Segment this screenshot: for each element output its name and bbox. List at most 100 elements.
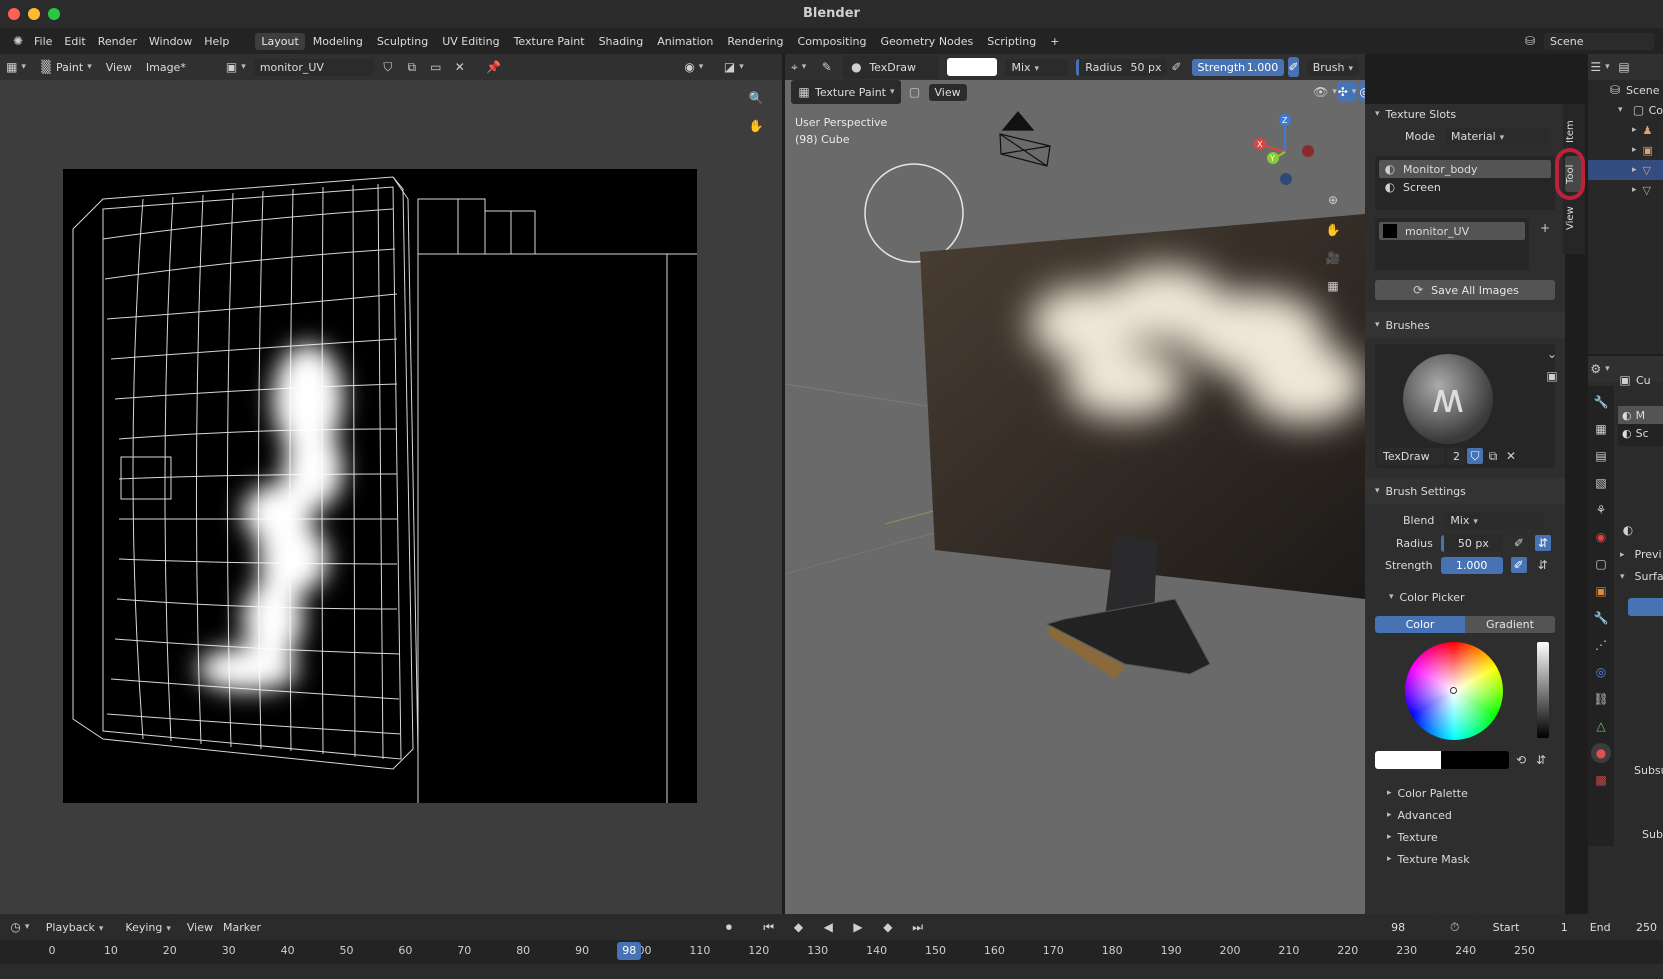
editor-type-icon[interactable]: ▦	[6, 57, 26, 77]
timeline-editor-icon[interactable]: ◷	[10, 917, 30, 937]
add-workspace-button[interactable]: +	[1044, 33, 1065, 50]
texture-slots-header[interactable]: ▾ Texture Slots	[1365, 104, 1565, 124]
display-mode-icon[interactable]: ▤	[1614, 57, 1634, 77]
secondary-color-swatch[interactable]	[1441, 751, 1509, 769]
tab-modeling[interactable]: Modeling	[307, 33, 369, 50]
tab-item[interactable]: Item	[1565, 112, 1583, 152]
tab-scripting[interactable]: Scripting	[981, 33, 1042, 50]
tab-view[interactable]: View	[1565, 198, 1583, 238]
blend-dropdown[interactable]: Mix	[1444, 511, 1545, 529]
pin-icon[interactable]: 📌	[484, 57, 504, 77]
paint-mode-dropdown[interactable]: ▒ Paint	[36, 57, 92, 77]
fake-user-icon[interactable]: ⛉	[1467, 448, 1483, 464]
frame-ruler[interactable]: 0102030405060708090100110120130140150160…	[0, 940, 1663, 964]
material-slot-screen[interactable]: ◐ Screen	[1379, 178, 1551, 196]
modifier-props-icon[interactable]: 🔧	[1591, 608, 1611, 628]
timeline-view-menu[interactable]: View	[187, 921, 213, 934]
slot-mode-dropdown[interactable]: Material	[1444, 127, 1549, 145]
texture-panel[interactable]: ▸ Texture	[1365, 826, 1565, 848]
advanced-panel[interactable]: ▸ Advanced	[1365, 804, 1565, 826]
jump-start-icon[interactable]: ⏮	[759, 917, 779, 937]
texture-props-icon[interactable]: ▩	[1591, 770, 1611, 790]
end-frame-field[interactable]: End 250	[1583, 918, 1663, 936]
constraints-props-icon[interactable]: ⛓	[1591, 689, 1611, 709]
color-tab[interactable]: Color	[1375, 615, 1465, 633]
collection-props-icon[interactable]: ▢	[1591, 554, 1611, 574]
view-menu[interactable]: View	[106, 61, 132, 74]
primary-color-swatch[interactable]	[1375, 751, 1441, 769]
playhead[interactable]: 98	[617, 942, 642, 960]
tab-texture-paint[interactable]: Texture Paint	[508, 33, 591, 50]
uv-image-canvas[interactable]	[63, 169, 697, 803]
object-light-icon[interactable]: ♟	[1643, 124, 1653, 137]
brush-list-chevron-icon[interactable]: ⌄	[1542, 344, 1562, 364]
play-reverse-icon[interactable]: ◀	[818, 917, 838, 937]
pan-hand-icon[interactable]: ✋	[746, 116, 766, 136]
camera-view-icon[interactable]: 🎥	[1323, 248, 1343, 268]
brush-image-icon[interactable]: ▣	[1542, 366, 1562, 386]
view-layer-icon[interactable]: ▧	[1591, 473, 1611, 493]
save-all-images-button[interactable]: ⟳ Save All Images	[1375, 280, 1555, 300]
radius-field[interactable]: 50 px	[1440, 534, 1503, 552]
color-wheel-area[interactable]	[1365, 640, 1565, 744]
strength-pressure-icon[interactable]: ✐	[1510, 557, 1527, 573]
prev-keyframe-icon[interactable]: ◆	[789, 917, 809, 937]
blender-logo-icon[interactable]: ✺	[8, 31, 28, 51]
preview-panel[interactable]: Previ	[1635, 548, 1662, 561]
color-palette-panel[interactable]: ▸ Color Palette	[1365, 782, 1565, 804]
add-slot-icon[interactable]: +	[1535, 218, 1555, 238]
open-image-icon[interactable]: ▭	[426, 57, 446, 77]
menu-render[interactable]: Render	[98, 35, 137, 48]
new-image-icon[interactable]: ⧉	[402, 57, 422, 77]
delete-brush-icon[interactable]: ✕	[1503, 446, 1519, 466]
render-props-icon[interactable]: ▦	[1591, 419, 1611, 439]
texture-mask-panel[interactable]: ▸ Texture Mask	[1365, 848, 1565, 870]
image-name-field[interactable]: monitor_UV	[253, 58, 374, 76]
viewport-pan-icon[interactable]: ✋	[1323, 220, 1343, 240]
particles-props-icon[interactable]: ⋰	[1591, 635, 1611, 655]
color-picker-header[interactable]: ▾ Color Picker	[1365, 584, 1565, 610]
image-browse-icon[interactable]: ▣	[226, 57, 246, 77]
uv-display-icon[interactable]: ◪	[724, 57, 744, 77]
radius-pressure-icon[interactable]: ✐	[1511, 533, 1527, 553]
brush-settings-header[interactable]: ▾ Brush Settings	[1365, 478, 1565, 504]
autokey-record-icon[interactable]: ⏺	[719, 917, 739, 937]
navigation-gizmo[interactable]: Z X Y	[1247, 112, 1323, 188]
material-slot-monitor-body[interactable]: ◐ Monitor_body	[1379, 160, 1551, 178]
image-slot-monitor-uv[interactable]: monitor_UV	[1379, 222, 1525, 240]
menu-window[interactable]: Window	[149, 35, 192, 48]
brushes-header[interactable]: ▾ Brushes	[1365, 312, 1565, 338]
physics-props-icon[interactable]: ◎	[1591, 662, 1611, 682]
tab-sculpting[interactable]: Sculpting	[371, 33, 434, 50]
menu-edit[interactable]: Edit	[64, 35, 85, 48]
mat-slot-1[interactable]: M	[1636, 409, 1646, 422]
data-props-icon[interactable]: △	[1591, 716, 1611, 736]
zoom-icon[interactable]: 🔍	[746, 88, 766, 108]
next-keyframe-icon[interactable]: ◆	[878, 917, 898, 937]
tab-compositing[interactable]: Compositing	[792, 33, 873, 50]
object-monitor-icon[interactable]: ▽	[1643, 184, 1651, 197]
viewport-zoom-icon[interactable]: ⊕	[1323, 190, 1343, 210]
tool-props-icon[interactable]: 🔧	[1591, 392, 1611, 412]
outliner-editor-icon[interactable]: ☰	[1590, 57, 1610, 77]
tab-geometry-nodes[interactable]: Geometry Nodes	[874, 33, 979, 50]
tab-shading[interactable]: Shading	[593, 33, 650, 50]
preview-range-icon[interactable]: ⏱	[1445, 917, 1465, 937]
object-camera-icon[interactable]: ▣	[1643, 144, 1653, 157]
scene-name[interactable]: Scene	[1544, 32, 1654, 50]
strength-jitter-icon[interactable]: ⇵	[1535, 555, 1551, 575]
menu-help[interactable]: Help	[204, 35, 229, 48]
scene-props-icon[interactable]: ⚘	[1591, 500, 1611, 520]
playback-menu[interactable]: Playback	[39, 918, 110, 936]
properties-editor-icon[interactable]: ⚙	[1590, 359, 1610, 379]
strength-field[interactable]: 1.000	[1440, 556, 1503, 574]
ortho-toggle-icon[interactable]: ▦	[1323, 276, 1343, 296]
material-props-icon[interactable]: ●	[1591, 743, 1611, 763]
brush-preview-box[interactable]: ʍ TexDraw 2 ⛉ ⧉ ✕	[1375, 344, 1555, 468]
unlink-image-icon[interactable]: ✕	[450, 57, 470, 77]
mat-slot-2[interactable]: Sc	[1636, 427, 1649, 440]
surface-panel[interactable]: Surfa	[1635, 570, 1663, 583]
value-slider[interactable]	[1537, 642, 1549, 738]
gradient-tab[interactable]: Gradient	[1465, 615, 1555, 633]
output-props-icon[interactable]: ▤	[1591, 446, 1611, 466]
